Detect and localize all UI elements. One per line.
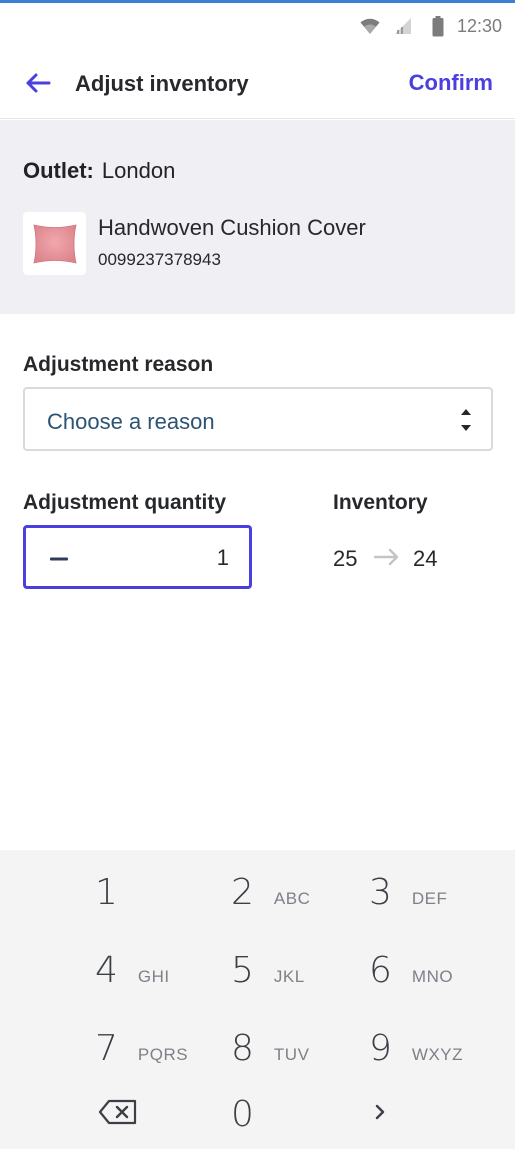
key-letters: JKL	[273, 967, 305, 986]
minus-icon	[50, 548, 70, 566]
app-bar: Adjust inventory Confirm	[0, 49, 515, 119]
signal-icon	[394, 17, 412, 40]
outlet-value: London	[101, 158, 176, 183]
key-letters: ABC	[273, 889, 311, 908]
key-8[interactable]: 8 TUV	[231, 1028, 391, 1098]
key-5[interactable]: 5 JKL	[231, 950, 391, 1020]
key-9[interactable]: 9 WXYZ	[369, 1028, 515, 1098]
inventory-label: Inventory	[333, 491, 428, 514]
back-arrow-icon	[25, 73, 51, 98]
key-letters: PQRS	[137, 1045, 189, 1064]
backspace-icon	[98, 1099, 138, 1130]
select-arrows-icon	[459, 403, 473, 437]
quantity-input[interactable]: 1	[217, 545, 229, 571]
key-letters: DEF	[411, 889, 448, 908]
key-6[interactable]: 6 MNO	[369, 950, 515, 1020]
key-digit: 9	[369, 1028, 392, 1069]
key-digit: 1	[95, 872, 118, 913]
inventory-current: 25	[333, 546, 358, 571]
quantity-stepper[interactable]: 1	[23, 525, 252, 589]
product-panel: Outlet: London Handwoven Cushion Cover 00…	[0, 120, 515, 314]
key-3[interactable]: 3 DEF	[369, 872, 515, 942]
cushion-image	[32, 223, 77, 264]
product-name: Handwoven Cushion Cover	[98, 215, 366, 240]
decrement-button[interactable]	[40, 542, 80, 572]
adjustment-reason-label: Adjustment reason	[23, 353, 214, 376]
key-digit: 2	[231, 872, 254, 913]
chevron-right-icon	[374, 1104, 386, 1125]
product-thumbnail	[23, 212, 86, 275]
page-title: Adjust inventory	[75, 71, 249, 96]
key-digit: 3	[369, 872, 392, 913]
wifi-icon	[360, 17, 380, 40]
product-sku: 0099237378943	[98, 250, 221, 269]
key-digit: 7	[95, 1028, 118, 1069]
status-time: 12:30	[457, 16, 503, 36]
key-letters: TUV	[273, 1045, 310, 1064]
reason-select[interactable]: Choose a reason	[23, 387, 493, 451]
key-letters: WXYZ	[411, 1045, 464, 1064]
key-digit: 0	[231, 1094, 254, 1135]
outlet-row: Outlet: London	[23, 158, 175, 184]
backspace-key[interactable]	[92, 1094, 144, 1134]
key-2[interactable]: 2 ABC	[231, 872, 391, 942]
key-letters: MNO	[411, 967, 454, 986]
status-bar: 12:30	[0, 3, 515, 49]
adjustment-quantity-label: Adjustment quantity	[23, 491, 226, 514]
key-digit: 6	[369, 950, 392, 991]
key-letters: GHI	[137, 967, 170, 986]
battery-icon	[432, 16, 444, 42]
back-button[interactable]	[16, 67, 60, 103]
numeric-keypad: 1 2 ABC 3 DEF 4 GHI 5 JKL 6 MNO 7 PQRS 8…	[0, 850, 515, 1149]
next-key[interactable]	[362, 1094, 398, 1134]
outlet-label: Outlet:	[23, 158, 94, 183]
reason-placeholder: Choose a reason	[47, 409, 215, 434]
key-digit: 5	[231, 950, 254, 991]
confirm-button[interactable]: Confirm	[409, 70, 493, 96]
arrow-right-icon	[373, 548, 400, 571]
key-digit: 8	[231, 1028, 254, 1069]
inventory-new: 24	[413, 546, 438, 571]
key-digit: 4	[95, 950, 118, 991]
